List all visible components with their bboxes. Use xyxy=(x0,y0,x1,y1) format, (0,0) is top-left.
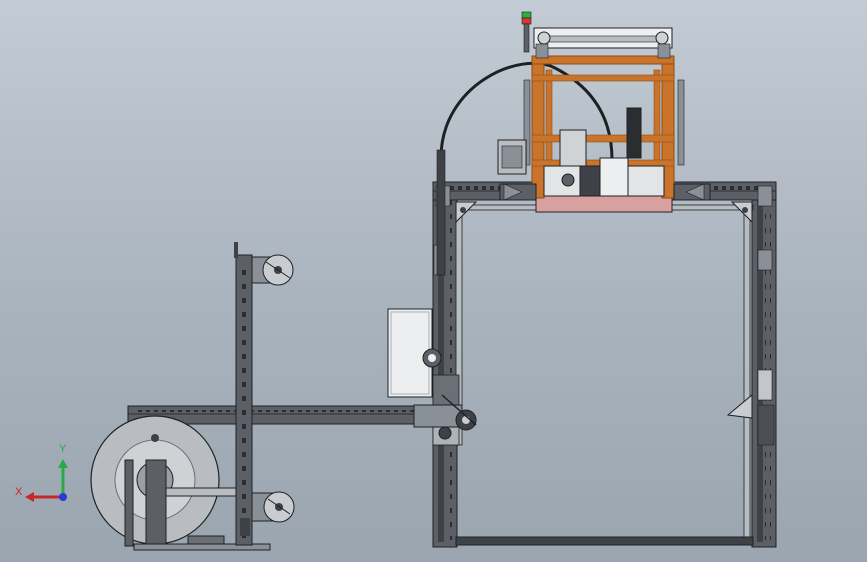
cad-graphics-viewport[interactable]: Y X xyxy=(0,0,867,562)
triad-y-label: Y xyxy=(59,443,67,455)
coordinate-triad-icon xyxy=(25,459,68,502)
strap-dispenser xyxy=(90,242,295,551)
arch-frame xyxy=(432,181,777,548)
triad-x-label: X xyxy=(15,486,23,498)
strapping-machine-assembly-drawing xyxy=(25,11,777,551)
